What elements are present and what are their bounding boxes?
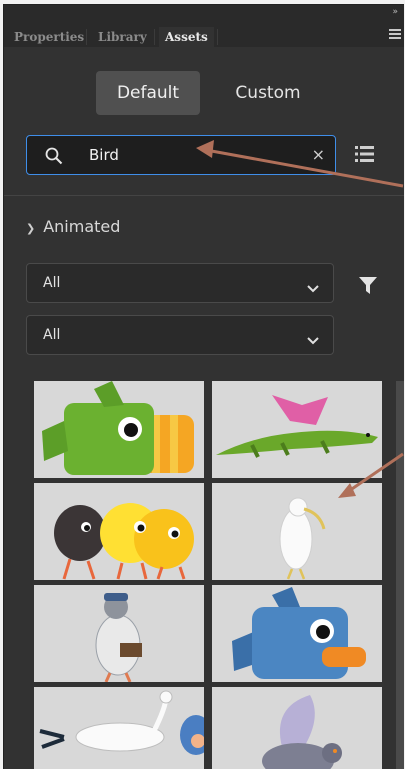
annotation-arrows <box>196 140 404 498</box>
